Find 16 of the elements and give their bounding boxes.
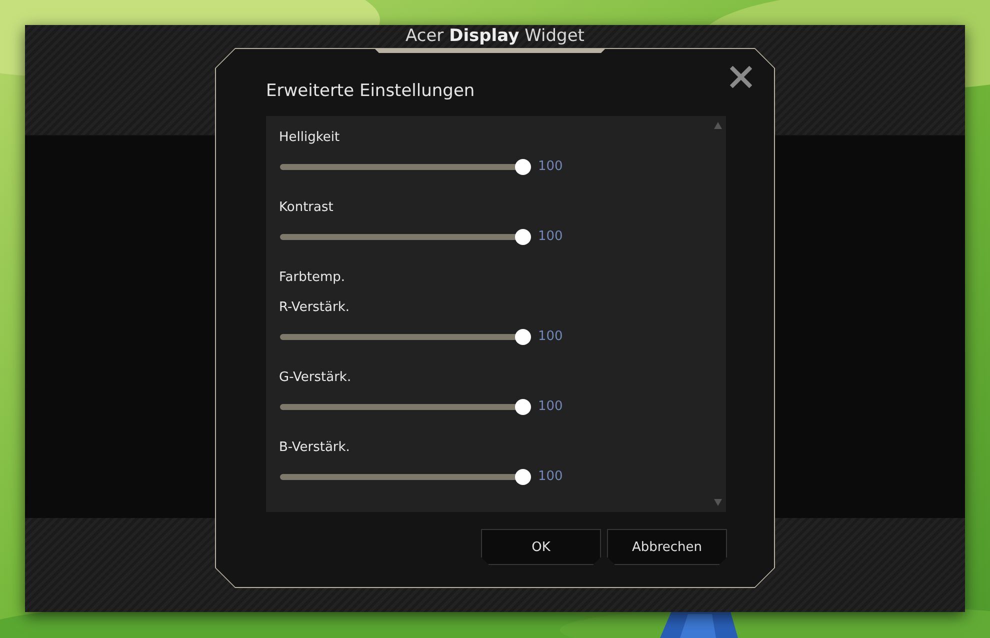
slider-label: G-Verstärk. [279,369,352,387]
section-heading: Farbtemp. [279,269,345,287]
dialog-title: Erweiterte Einstellungen [266,80,475,102]
slider-value: 100 [538,469,563,485]
dialog-button[interactable]: OK [481,529,601,565]
slider-label: R-Verstärk. [279,299,350,317]
slider-value: 100 [538,229,563,245]
slider-value: 100 [538,159,563,175]
slider-label: Helligkeit [279,129,340,147]
slider-label: Kontrast [279,199,334,217]
close-icon[interactable] [730,66,752,88]
slider-value: 100 [538,329,563,345]
slider-label: B-Verstärk. [279,439,350,457]
dialog-button[interactable]: Abbrechen [607,529,727,565]
slider-value: 100 [538,399,563,415]
window-title: Acer Display Widget [406,26,584,46]
